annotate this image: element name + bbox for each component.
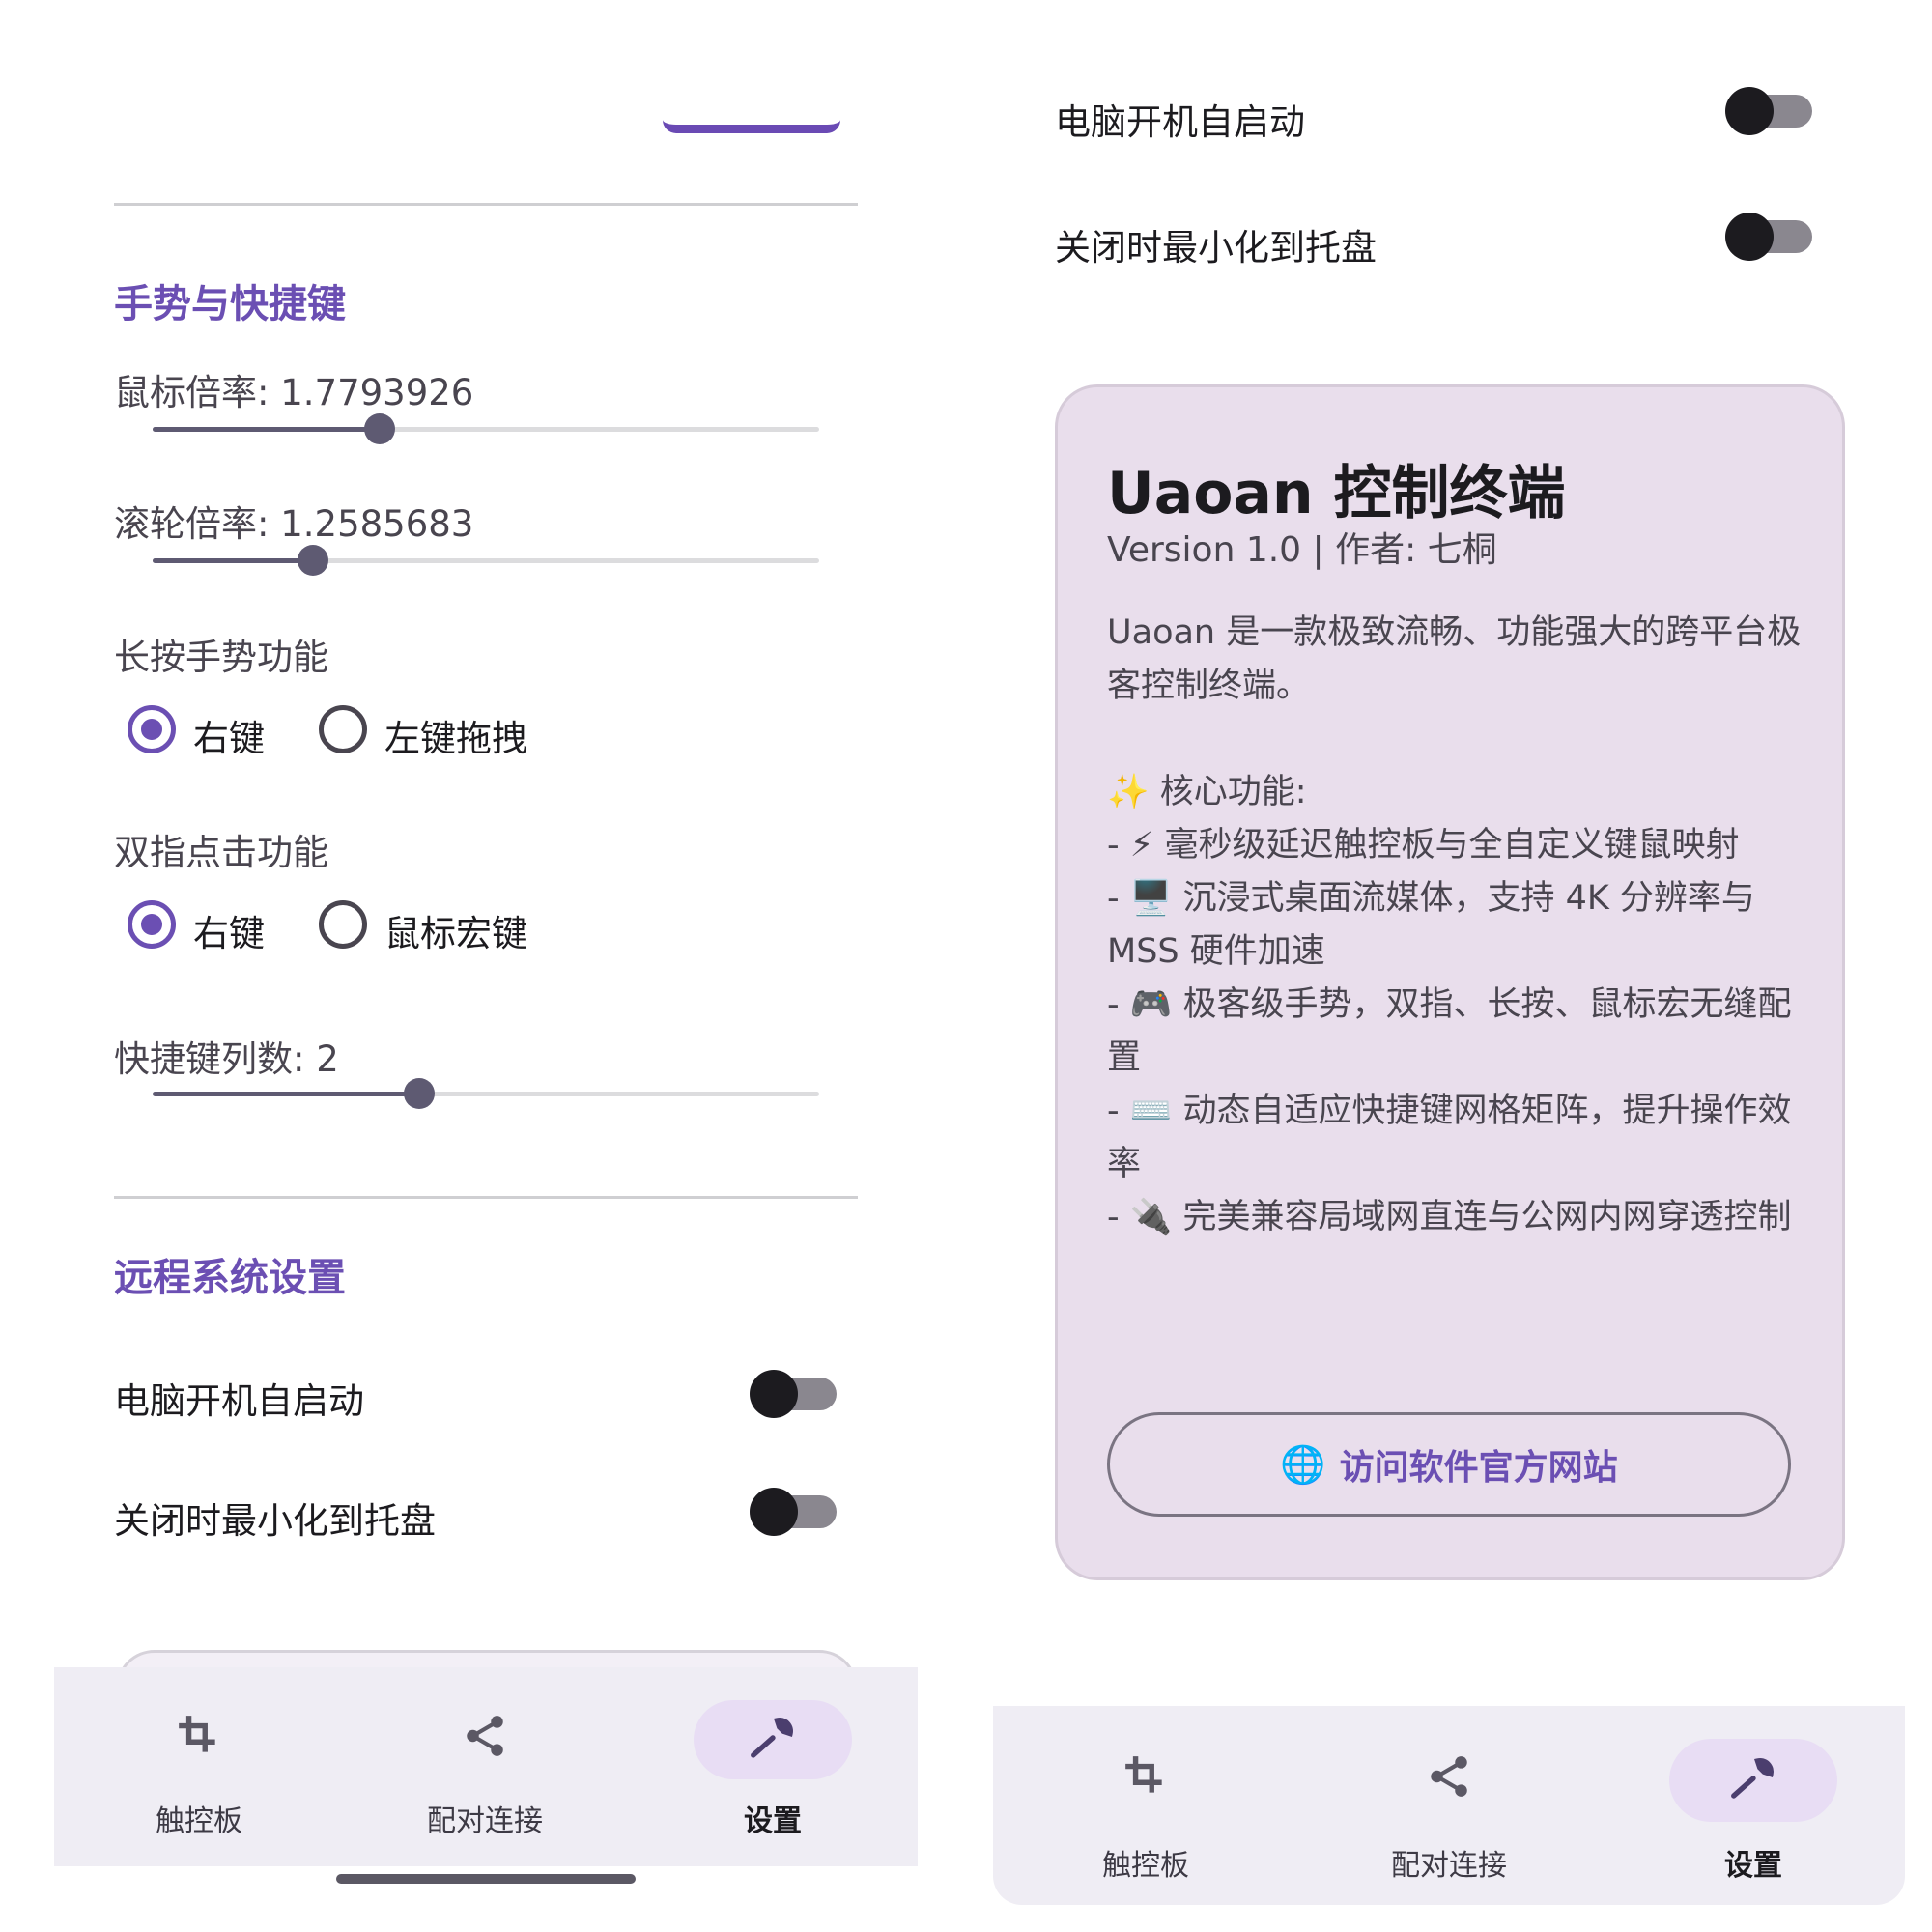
nav-label-touchpad[interactable]: 触控板 (112, 1797, 286, 1839)
nav-label-settings[interactable]: 设置 (1666, 1841, 1840, 1884)
switch-thumb (1725, 87, 1774, 135)
nav-label-touchpad[interactable]: 触控板 (1059, 1841, 1233, 1884)
home-indicator (336, 1874, 636, 1884)
radio-label: 左键拖拽 (384, 718, 527, 759)
slider-thumb[interactable] (404, 1078, 435, 1109)
slider-active-track (153, 427, 380, 432)
feature-item: - 🎮 极客级手势，双指、长按、鼠标宏无缝配置 (1107, 985, 1792, 1077)
feature-item: - ⚡ 毫秒级延迟触控板与全自定义键鼠映射 (1107, 826, 1740, 865)
share-icon[interactable] (446, 1712, 524, 1776)
minimize-switch[interactable] (750, 1488, 837, 1536)
long-press-radio-left-drag[interactable] (319, 705, 367, 753)
scroll-rate-slider[interactable] (153, 545, 819, 576)
feature-item: - 🖥️ 沉浸式桌面流媒体，支持 4K 分辨率与 MSS 硬件加速 (1107, 879, 1755, 971)
visit-website-label: 访问软件官方网站 (1339, 1448, 1618, 1488)
about-description: Uaoan 是一款极致流畅、功能强大的跨平台极客控制终端。 ✨ 核心功能: - … (1107, 607, 1803, 1244)
slider-thumb[interactable] (363, 413, 395, 444)
minimize-label: 关闭时最小化到托盘 (114, 1500, 436, 1542)
features-heading: ✨ 核心功能: (1107, 773, 1307, 811)
two-finger-radio-right-click[interactable] (128, 900, 176, 949)
minimize-switch[interactable] (1725, 213, 1812, 261)
share-icon[interactable] (1410, 1752, 1488, 1816)
about-title: Uaoan 控制终端 (1107, 460, 1566, 527)
divider (114, 203, 858, 206)
nav-label-settings[interactable]: 设置 (686, 1797, 860, 1839)
long-press-radio-right-click[interactable] (128, 705, 176, 753)
feature-item: - ⌨️ 动态自适应快捷键网格矩阵，提升操作效率 (1107, 1092, 1792, 1183)
autostart-switch[interactable] (750, 1370, 837, 1418)
section-title-remote: 远程系统设置 (114, 1256, 346, 1300)
mouse-rate-slider[interactable] (153, 413, 819, 444)
long-press-label: 长按手势功能 (114, 637, 328, 678)
section-title-gestures: 手势与快捷键 (114, 282, 346, 327)
visit-website-button[interactable]: 🌐 访问软件官方网站 (1107, 1412, 1791, 1517)
bottom-nav: 触控板 配对连接 设置 (54, 1667, 918, 1866)
radio-label: 右键 (193, 913, 265, 954)
switch-thumb (750, 1488, 798, 1536)
radio-label: 右键 (193, 718, 265, 759)
switch-thumb (1725, 213, 1774, 261)
autostart-label: 电脑开机自启动 (1055, 101, 1305, 143)
slider-thumb[interactable] (297, 545, 328, 576)
slider-active-track (153, 1092, 419, 1096)
divider (114, 1196, 858, 1199)
minimize-label: 关闭时最小化到托盘 (1055, 227, 1377, 269)
about-intro: Uaoan 是一款极致流畅、功能强大的跨平台极客控制终端。 (1107, 613, 1802, 705)
crop-icon[interactable] (1107, 1752, 1184, 1816)
two-finger-label: 双指点击功能 (114, 832, 328, 873)
shortcut-cols-label: 快捷键列数: 2 (114, 1038, 339, 1080)
nav-label-pairing[interactable]: 配对连接 (388, 1797, 582, 1839)
wrench-icon[interactable] (734, 1712, 811, 1779)
feature-item: - 🔌 完美兼容局域网直连与公网内网穿透控制 (1107, 1198, 1792, 1236)
autostart-label: 电脑开机自启动 (114, 1380, 364, 1422)
bottom-nav: 触控板 配对连接 设置 (993, 1706, 1905, 1905)
globe-icon: 🌐 (1280, 1442, 1326, 1486)
nav-label-pairing[interactable]: 配对连接 (1352, 1841, 1546, 1884)
scroll-rate-label: 滚轮倍率: 1.2585683 (114, 503, 474, 545)
radio-label: 鼠标宏键 (384, 913, 527, 954)
tab-indicator (663, 120, 840, 133)
shortcut-cols-slider[interactable] (153, 1078, 819, 1109)
mouse-rate-label: 鼠标倍率: 1.7793926 (114, 372, 474, 413)
crop-icon[interactable] (160, 1712, 238, 1776)
slider-active-track (153, 558, 313, 563)
about-version: Version 1.0 | 作者: 七桐 (1107, 530, 1497, 570)
autostart-switch[interactable] (1725, 87, 1812, 135)
switch-thumb (750, 1370, 798, 1418)
wrench-icon[interactable] (1715, 1752, 1792, 1820)
two-finger-radio-macro[interactable] (319, 900, 367, 949)
